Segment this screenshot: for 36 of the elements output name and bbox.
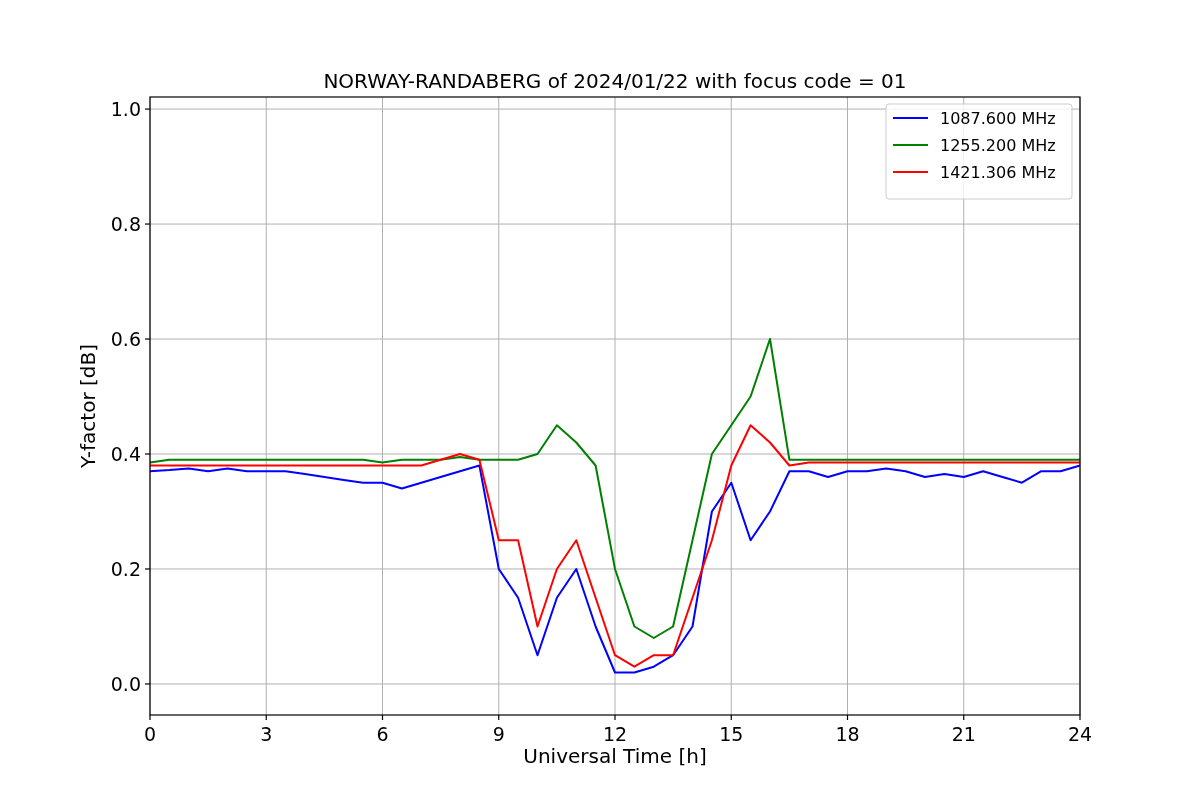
tick-label: 21 [951, 723, 976, 745]
legend-label: 1421.306 MHz [940, 163, 1056, 182]
tick-mark [144, 568, 151, 570]
tick-mark [144, 223, 151, 225]
tick-mark [144, 338, 151, 340]
tick-mark [963, 714, 965, 721]
tick-label: 6 [376, 723, 389, 745]
tick-label: 9 [492, 723, 505, 745]
tick-label: 0 [143, 723, 157, 745]
tick-mark [144, 683, 151, 685]
tick-label: 0.4 [110, 443, 141, 465]
tick-label: 0.0 [110, 672, 141, 695]
tick-label: 15 [719, 723, 744, 745]
legend-label: 1087.600 MHz [940, 109, 1056, 128]
tick-mark [614, 714, 616, 721]
tick-mark [846, 714, 849, 721]
tick-mark [381, 714, 384, 721]
tick-label: 1.0 [110, 98, 141, 121]
tick-mark [265, 714, 267, 721]
legend-label: 1255.200 MHz [940, 136, 1056, 155]
tick-label: 24 [1067, 723, 1093, 745]
tick-mark [498, 714, 500, 721]
tick-label: 18 [835, 723, 860, 745]
chart-title: NORWAY-RANDABERG of 2024/01/22 with focus code = 01 [323, 69, 907, 93]
tick-mark [144, 108, 151, 110]
tick-mark [144, 453, 151, 455]
tick-label: 3 [260, 723, 273, 745]
tick-label: 0.2 [110, 558, 141, 580]
tick-label: 12 [602, 723, 628, 745]
tick-label: 0.8 [110, 213, 141, 236]
x-axis-label: Universal Time [h] [523, 744, 707, 768]
tick-mark [149, 714, 151, 721]
tick-mark [1079, 714, 1081, 721]
y-axis-label: Y-factor [dB] [76, 344, 100, 468]
tick-label: 0.6 [110, 328, 141, 351]
tick-mark [730, 714, 732, 721]
